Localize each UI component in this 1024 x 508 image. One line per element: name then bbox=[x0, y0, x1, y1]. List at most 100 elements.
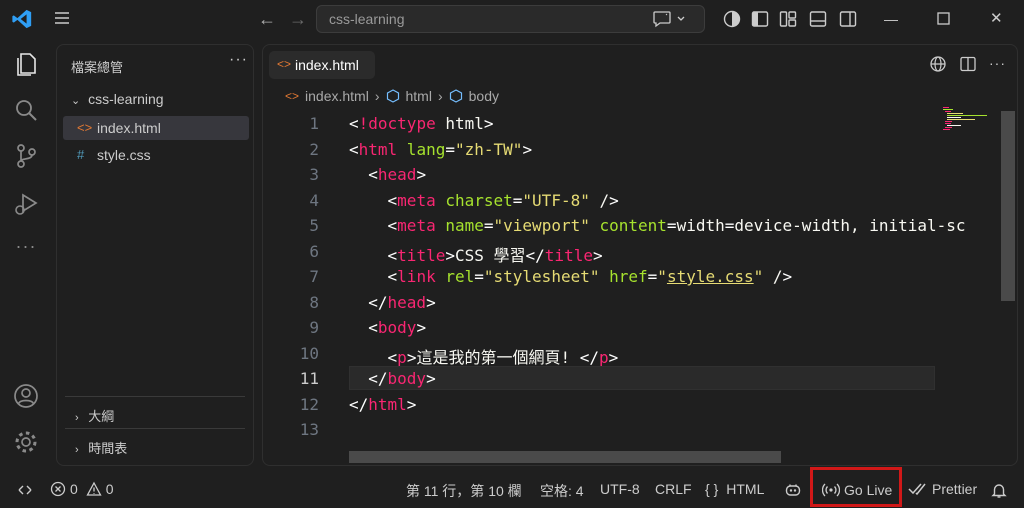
search-text: css-learning bbox=[329, 11, 405, 27]
horizontal-scrollbar[interactable] bbox=[349, 451, 781, 463]
minimize-button[interactable]: — bbox=[884, 9, 898, 29]
code-line[interactable]: <meta charset="UTF-8" /> bbox=[349, 191, 619, 210]
copilot-status-icon[interactable] bbox=[784, 481, 802, 499]
editor-more-icon[interactable]: ··· bbox=[989, 55, 1007, 73]
line-number: 4 bbox=[309, 190, 319, 210]
tab-index-html[interactable]: <> index.html bbox=[269, 51, 375, 79]
search-icon[interactable] bbox=[12, 96, 40, 124]
nav-back-button[interactable]: ← bbox=[258, 9, 276, 29]
explorer-more-button[interactable]: ··· bbox=[229, 51, 248, 69]
code-line[interactable]: </body> bbox=[349, 369, 435, 388]
language-mode[interactable]: { } HTML bbox=[705, 481, 764, 497]
chat-icon bbox=[653, 11, 671, 28]
line-number: 2 bbox=[309, 139, 319, 159]
chevron-right-icon: › bbox=[75, 412, 79, 424]
file-label: index.html bbox=[97, 120, 161, 136]
html-file-icon: <> bbox=[285, 89, 300, 103]
line-number: 3 bbox=[309, 165, 319, 184]
file-style-css[interactable]: # style.css bbox=[63, 143, 249, 167]
remote-icon bbox=[18, 485, 32, 495]
chevron-down-icon bbox=[677, 16, 685, 21]
line-number: 1 bbox=[309, 114, 319, 133]
chat-button[interactable] bbox=[652, 9, 692, 29]
code-line[interactable]: <html lang="zh-TW"> bbox=[349, 140, 532, 159]
error-count: 0 bbox=[70, 481, 78, 497]
notifications-bell-icon[interactable] bbox=[990, 481, 1008, 499]
toggle-secondary-sidebar-icon[interactable] bbox=[838, 9, 858, 29]
remote-button[interactable] bbox=[16, 481, 34, 499]
prettier-label: Prettier bbox=[932, 481, 978, 497]
problems-button[interactable]: 0 0 bbox=[50, 481, 114, 497]
code-line[interactable]: <body> bbox=[349, 318, 426, 337]
chevron-right-icon: › bbox=[75, 444, 79, 456]
account-icon[interactable] bbox=[12, 382, 40, 410]
breadcrumb-item[interactable]: html bbox=[406, 88, 432, 104]
more-views-icon[interactable]: ··· bbox=[12, 236, 40, 264]
menu-icon[interactable] bbox=[54, 10, 70, 26]
run-debug-icon[interactable] bbox=[12, 190, 40, 218]
toggle-panel-icon[interactable] bbox=[808, 9, 828, 29]
line-number: 10 bbox=[299, 343, 319, 363]
line-number: 12 bbox=[299, 394, 319, 414]
code-line[interactable]: <head> bbox=[349, 165, 426, 184]
vscode-logo-icon bbox=[11, 8, 33, 30]
source-control-icon[interactable] bbox=[12, 142, 40, 170]
maximize-icon[interactable] bbox=[934, 9, 954, 29]
chevron-right-icon: › bbox=[437, 88, 443, 104]
section-label: 大綱 bbox=[88, 409, 115, 424]
code-line[interactable]: <p>這是我的第一個網頁! </p> bbox=[349, 344, 619, 368]
line-number: 5 bbox=[309, 216, 319, 235]
code-line[interactable]: <meta name="viewport" content=width=devi… bbox=[349, 216, 966, 235]
indentation[interactable]: 空格: 4 bbox=[540, 481, 584, 501]
minimap[interactable] bbox=[939, 105, 999, 135]
chevron-down-icon: ⌄ bbox=[71, 95, 81, 107]
warning-icon bbox=[86, 481, 102, 496]
code-line[interactable]: <link rel="stylesheet" href="style.css" … bbox=[349, 267, 793, 286]
split-editor-icon[interactable] bbox=[959, 55, 977, 73]
error-icon bbox=[50, 481, 66, 497]
element-cube-icon bbox=[386, 89, 399, 103]
activity-bar: ··· bbox=[0, 38, 52, 470]
editor-area: <> index.html ··· <> index.html › html ›… bbox=[262, 44, 1018, 466]
html-file-icon: <> bbox=[77, 120, 93, 135]
element-cube-icon bbox=[449, 89, 462, 103]
toggle-primary-sidebar-icon[interactable] bbox=[750, 9, 770, 29]
code-line[interactable]: </head> bbox=[349, 293, 435, 312]
code-line[interactable]: <title>CSS 學習</title> bbox=[349, 242, 603, 266]
end-of-line[interactable]: CRLF bbox=[655, 481, 692, 497]
open-preview-globe-icon[interactable] bbox=[929, 55, 947, 73]
braces-icon: { } bbox=[705, 481, 719, 497]
settings-gear-icon[interactable] bbox=[12, 428, 40, 456]
folder-css-learning[interactable]: ⌄ css-learning bbox=[71, 91, 164, 107]
code-line[interactable]: </html> bbox=[349, 395, 416, 414]
chevron-right-icon: › bbox=[374, 88, 380, 104]
line-number: 6 bbox=[309, 241, 319, 261]
code-line[interactable]: <!doctype html> bbox=[349, 114, 494, 133]
close-button[interactable]: ✕ bbox=[990, 9, 1003, 29]
copilot-icon[interactable] bbox=[722, 9, 742, 29]
section-label: 時間表 bbox=[88, 441, 128, 456]
html-file-icon: <> bbox=[277, 57, 292, 71]
encoding[interactable]: UTF-8 bbox=[600, 481, 640, 497]
cursor-position[interactable]: 第 11 行，第 10 欄 bbox=[406, 481, 522, 501]
double-check-icon bbox=[908, 483, 926, 496]
explorer-sidebar: 檔案總管 ··· ⌄ css-learning <> index.html # … bbox=[56, 44, 254, 466]
customize-layout-icon[interactable] bbox=[778, 9, 798, 29]
breadcrumb: <> index.html › html › body bbox=[285, 88, 499, 104]
line-number: 13 bbox=[299, 420, 319, 439]
breadcrumb-item[interactable]: index.html bbox=[305, 88, 369, 104]
explorer-title: 檔案總管 bbox=[71, 60, 124, 75]
vertical-scrollbar[interactable] bbox=[1001, 111, 1015, 301]
file-index-html[interactable]: <> index.html bbox=[63, 116, 249, 140]
timeline-section[interactable]: › 時間表 bbox=[65, 428, 245, 462]
breadcrumb-item[interactable]: body bbox=[469, 88, 499, 104]
current-line-highlight bbox=[349, 366, 935, 390]
outline-section[interactable]: › 大綱 bbox=[65, 396, 245, 428]
title-bar: ← → css-learning — ✕ bbox=[0, 0, 1024, 38]
folder-label: css-learning bbox=[88, 91, 164, 107]
nav-forward-button[interactable]: → bbox=[289, 9, 307, 29]
command-center-search[interactable]: css-learning bbox=[316, 5, 705, 33]
line-number: 7 bbox=[309, 267, 319, 286]
prettier-button[interactable]: Prettier bbox=[908, 481, 977, 497]
explorer-icon[interactable] bbox=[12, 50, 40, 78]
